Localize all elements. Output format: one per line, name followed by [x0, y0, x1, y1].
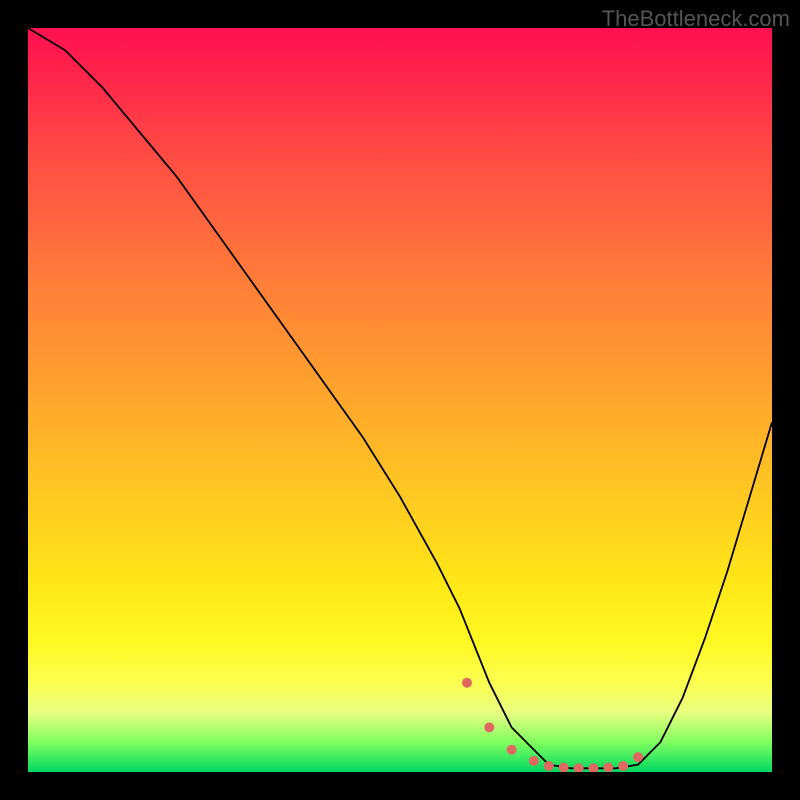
bottleneck-curve	[28, 28, 772, 768]
highlight-dots	[462, 678, 643, 772]
watermark-text: TheBottleneck.com	[602, 6, 790, 32]
curve-svg	[28, 28, 772, 772]
plot-area	[28, 28, 772, 772]
